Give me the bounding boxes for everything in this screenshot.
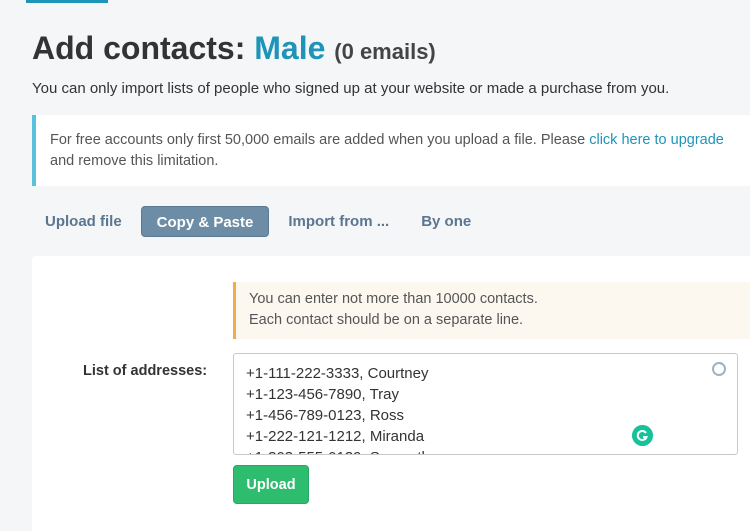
info-text-after: and remove this limitation.: [50, 153, 219, 169]
info-text: For free accounts only first 50,000 emai…: [50, 132, 590, 148]
textarea-line: +1-456-789-0123, Ross: [246, 407, 405, 424]
title-prefix: Add contacts:: [32, 30, 255, 66]
textarea-line: +1-111-222-3333, Courtney: [246, 365, 429, 382]
warning-line: Each contact should be on a separate lin…: [249, 312, 524, 328]
textarea-line: +1-222-121-1212, Miranda: [246, 428, 425, 445]
page-subtitle: You can only import lists of people who …: [32, 80, 670, 97]
tab-import-from[interactable]: Import from ...: [275, 206, 402, 237]
tab-by-one[interactable]: By one: [408, 206, 484, 237]
textarea-line: +1-123-456-7890, Tray: [246, 386, 400, 403]
import-tabs: Upload file Copy & Paste Import from ...…: [32, 206, 486, 237]
refresh-icon[interactable]: [711, 361, 727, 377]
grammarly-icon[interactable]: [632, 425, 653, 446]
copy-paste-panel: You can enter not more than 10000 contac…: [32, 256, 750, 531]
list-name: Male: [254, 30, 326, 66]
upgrade-link[interactable]: click here to upgrade: [589, 132, 724, 148]
warning-box: You can enter not more than 10000 contac…: [233, 282, 750, 339]
page-title: Add contacts: Male (0 emails): [32, 28, 436, 72]
textarea-line: +1-303-555-0139, Samantha: [246, 447, 737, 454]
email-count: (0 emails): [334, 39, 436, 64]
warning-line: You can enter not more than 10000 contac…: [249, 291, 538, 307]
top-tab-indicator: [26, 0, 108, 3]
addresses-label: List of addresses:: [83, 363, 208, 379]
info-box: For free accounts only first 50,000 emai…: [32, 115, 750, 186]
tab-upload-file[interactable]: Upload file: [32, 206, 135, 237]
upload-button[interactable]: Upload: [233, 465, 309, 504]
tab-copy-paste[interactable]: Copy & Paste: [140, 206, 270, 237]
addresses-textarea[interactable]: +1-111-222-3333, Courtney +1-123-456-789…: [233, 353, 738, 455]
